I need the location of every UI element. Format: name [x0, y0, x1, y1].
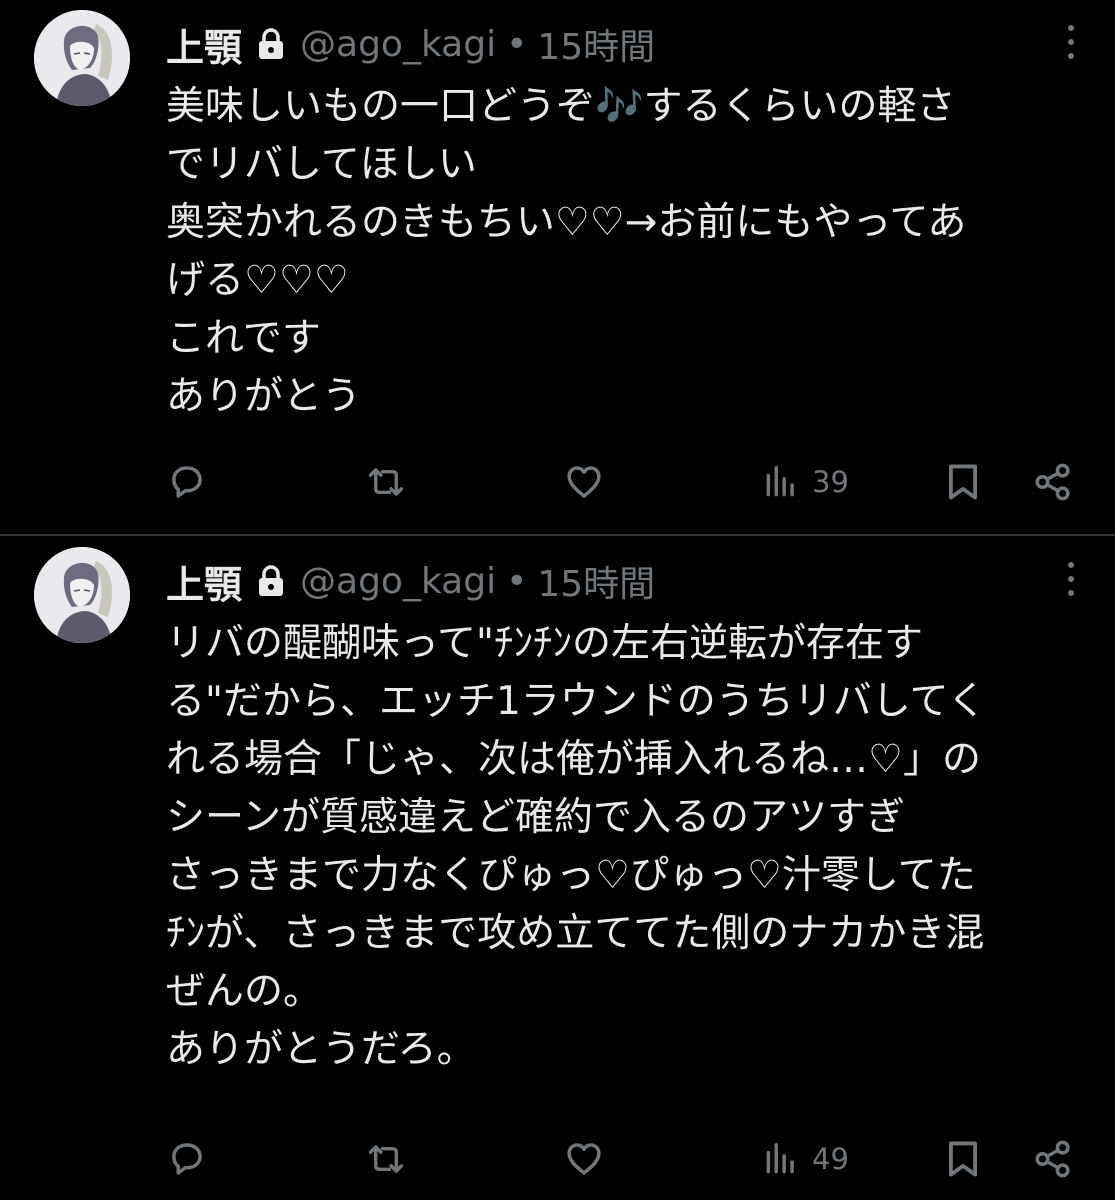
separator-dot: • — [506, 23, 528, 65]
views-icon — [762, 1140, 800, 1178]
share-icon[interactable] — [1032, 452, 1074, 512]
tweet-divider — [0, 534, 1115, 536]
tweet-text: 美味しいもの一口どうぞ🎶するくらいの軽さ でリバしてほしい 奥突かれるのきもちい… — [166, 84, 967, 419]
display-name[interactable]: 上顎 — [166, 17, 242, 72]
like-icon[interactable] — [562, 1129, 606, 1189]
handle[interactable]: @ago_kagi — [300, 24, 496, 65]
like-icon[interactable] — [562, 452, 606, 512]
retweet-icon[interactable] — [362, 452, 410, 512]
avatar[interactable] — [34, 547, 130, 643]
lock-icon — [256, 27, 286, 61]
bookmark-icon[interactable] — [944, 1129, 982, 1189]
tweet[interactable]: 上顎 @ago_kagi • 15時間 美味しいもの一口どうぞ🎶するくらいの軽さ… — [0, 0, 1115, 534]
views-button[interactable]: 39 — [762, 452, 849, 512]
handle[interactable]: @ago_kagi — [300, 561, 496, 602]
reply-icon[interactable] — [166, 452, 208, 512]
views-count: 49 — [812, 1142, 849, 1176]
bookmark-icon[interactable] — [944, 452, 982, 512]
avatar[interactable] — [34, 10, 130, 106]
reply-icon[interactable] — [166, 1129, 208, 1189]
views-button[interactable]: 49 — [762, 1129, 849, 1189]
views-icon — [762, 463, 800, 501]
tweet-header: 上顎 @ago_kagi • 15時間 — [166, 14, 655, 74]
display-name[interactable]: 上顎 — [166, 554, 242, 609]
timestamp[interactable]: 15時間 — [537, 555, 655, 607]
retweet-icon[interactable] — [362, 1129, 410, 1189]
views-count: 39 — [812, 465, 849, 499]
more-options-icon[interactable] — [1061, 557, 1081, 601]
action-bar: 49 — [0, 1129, 1115, 1189]
tweet-header: 上顎 @ago_kagi • 15時間 — [166, 551, 655, 611]
more-options-icon[interactable] — [1061, 20, 1081, 64]
lock-icon — [256, 564, 286, 598]
action-bar: 39 — [0, 452, 1115, 512]
share-icon[interactable] — [1032, 1129, 1074, 1189]
timestamp[interactable]: 15時間 — [537, 18, 655, 70]
separator-dot: • — [506, 560, 528, 602]
tweet-text: リバの醍醐味って"ﾁﾝﾁﾝの左右逆転が存在す る"だから、エッチ1ラウンドのうち… — [166, 621, 987, 1072]
tweet[interactable]: 上顎 @ago_kagi • 15時間 リバの醍醐味って"ﾁﾝﾁﾝの左右逆転が存… — [0, 537, 1115, 1200]
